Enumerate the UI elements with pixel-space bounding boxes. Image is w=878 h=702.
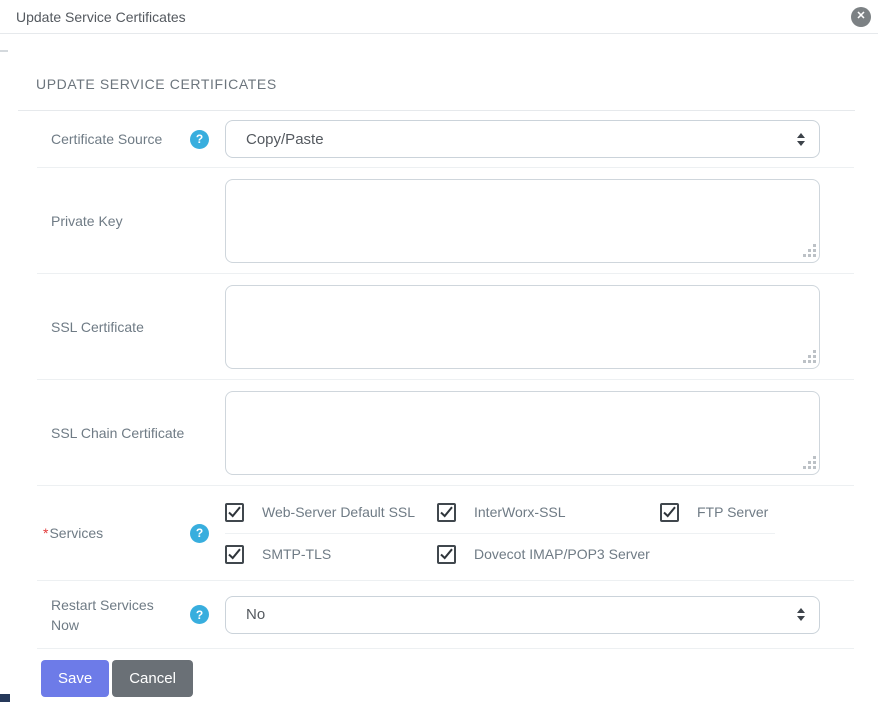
restart-services-selected-value: No bbox=[246, 606, 266, 623]
ssl-certificate-label: SSL Certificate bbox=[51, 318, 144, 335]
checkbox-checked[interactable] bbox=[660, 502, 679, 522]
service-item-ftp-server: FTP Server bbox=[660, 502, 769, 522]
section-heading-wrap: UPDATE SERVICE CERTIFICATES bbox=[18, 34, 855, 111]
private-key-control-col bbox=[225, 178, 854, 263]
services-row-1: Web-Server Default SSL InterWorx-SSL FTP… bbox=[225, 492, 820, 533]
certificate-source-label-col: Certificate Source ? bbox=[37, 129, 225, 149]
services-label-col: *Services ? bbox=[37, 523, 225, 543]
select-arrows-icon bbox=[797, 608, 805, 621]
help-icon[interactable]: ? bbox=[190, 523, 209, 543]
footer-actions: Save Cancel bbox=[0, 649, 878, 697]
service-item-label: InterWorx-SSL bbox=[474, 504, 566, 520]
select-arrows-icon bbox=[797, 132, 805, 146]
row-services: *Services ? Web-Server Default SSL Inter… bbox=[37, 486, 854, 581]
private-key-textarea-wrap bbox=[225, 178, 820, 263]
services-control-col: Web-Server Default SSL InterWorx-SSL FTP… bbox=[225, 492, 854, 575]
restart-services-label-col: Restart Services Now ? bbox=[37, 595, 225, 635]
checkbox-checked[interactable] bbox=[225, 502, 244, 522]
service-item-label: SMTP-TLS bbox=[262, 546, 332, 562]
service-item-web-server: Web-Server Default SSL bbox=[225, 502, 437, 522]
restart-services-control-col: No bbox=[225, 595, 854, 634]
ssl-certificate-textarea[interactable] bbox=[225, 284, 820, 369]
private-key-textarea[interactable] bbox=[225, 178, 820, 263]
left-edge-divider-artifact bbox=[0, 50, 8, 52]
section-heading: UPDATE SERVICE CERTIFICATES bbox=[36, 76, 277, 92]
question-glyph: ? bbox=[195, 607, 204, 622]
modal-header: Update Service Certificates ✕ bbox=[0, 0, 878, 34]
ssl-chain-certificate-label: SSL Chain Certificate bbox=[51, 424, 185, 441]
restart-services-label: Restart Services Now bbox=[51, 596, 154, 633]
ssl-chain-certificate-control-col bbox=[225, 390, 854, 475]
question-glyph: ? bbox=[195, 132, 204, 146]
row-ssl-certificate: SSL Certificate bbox=[37, 274, 854, 380]
service-item-label: Web-Server Default SSL bbox=[262, 504, 416, 520]
service-item-dovecot: Dovecot IMAP/POP3 Server bbox=[437, 544, 650, 564]
restart-services-select[interactable]: No bbox=[225, 595, 820, 634]
row-private-key: Private Key bbox=[37, 168, 854, 274]
checkbox-checked[interactable] bbox=[437, 544, 456, 564]
ssl-chain-certificate-textarea-wrap bbox=[225, 390, 820, 475]
private-key-label: Private Key bbox=[51, 212, 123, 229]
close-icon: ✕ bbox=[856, 10, 866, 22]
ssl-certificate-label-col: SSL Certificate bbox=[37, 317, 225, 337]
certificate-source-label: Certificate Source bbox=[51, 131, 163, 147]
service-item-label: FTP Server bbox=[697, 504, 769, 520]
checkbox-checked[interactable] bbox=[225, 544, 244, 564]
bottom-left-accent bbox=[0, 694, 10, 702]
row-certificate-source: Certificate Source ? Copy/Paste bbox=[37, 111, 854, 168]
private-key-label-col: Private Key bbox=[37, 211, 225, 231]
question-glyph: ? bbox=[195, 526, 204, 540]
ssl-certificate-control-col bbox=[225, 284, 854, 369]
help-icon[interactable]: ? bbox=[190, 605, 209, 624]
services-label: *Services bbox=[43, 523, 190, 543]
modal-title: Update Service Certificates bbox=[16, 8, 186, 25]
certificate-source-select[interactable]: Copy/Paste bbox=[225, 120, 820, 158]
row-restart-services-now: Restart Services Now ? No bbox=[37, 581, 854, 649]
service-item-interworx-ssl: InterWorx-SSL bbox=[437, 502, 660, 522]
services-row-2: SMTP-TLS Dovecot IMAP/POP3 Server bbox=[225, 534, 820, 575]
ssl-chain-certificate-textarea[interactable] bbox=[225, 390, 820, 475]
ssl-certificate-textarea-wrap bbox=[225, 284, 820, 369]
certificate-source-control-col: Copy/Paste bbox=[225, 120, 854, 158]
service-item-smtp-tls: SMTP-TLS bbox=[225, 544, 437, 564]
certificate-source-selected-value: Copy/Paste bbox=[246, 130, 324, 148]
services-label-text: Services bbox=[49, 525, 104, 541]
row-ssl-chain-certificate: SSL Chain Certificate bbox=[37, 380, 854, 486]
checkbox-checked[interactable] bbox=[437, 502, 456, 522]
help-icon[interactable]: ? bbox=[190, 129, 209, 149]
save-button[interactable]: Save bbox=[41, 660, 110, 697]
close-button[interactable]: ✕ bbox=[851, 6, 871, 27]
ssl-chain-certificate-label-col: SSL Chain Certificate bbox=[37, 423, 225, 443]
service-item-label: Dovecot IMAP/POP3 Server bbox=[474, 546, 650, 562]
cancel-button[interactable]: Cancel bbox=[112, 660, 193, 697]
